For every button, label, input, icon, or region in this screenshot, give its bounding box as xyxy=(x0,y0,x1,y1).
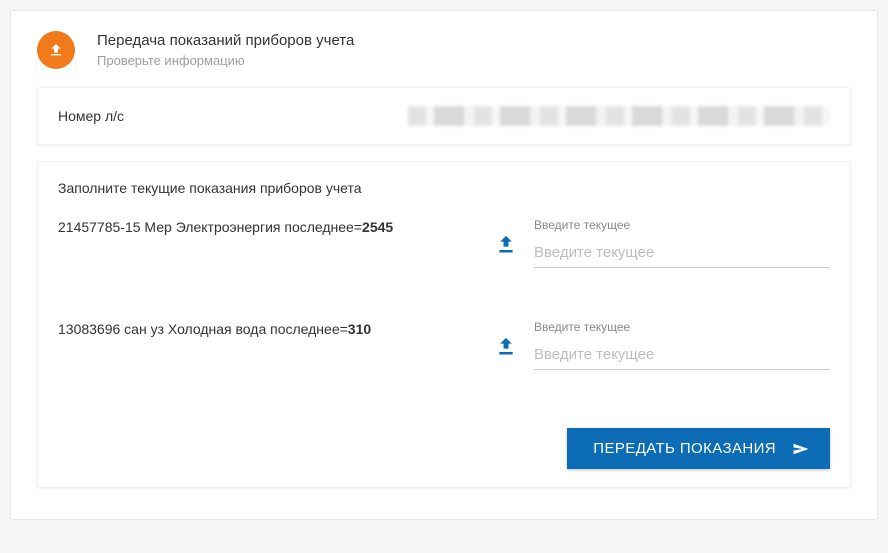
meter-row-cold-water: 13083696 сан уз Холодная вода последнее=… xyxy=(58,320,830,400)
button-row: ПЕРЕДАТЬ ПОКАЗАНИЯ xyxy=(58,422,830,469)
meter-reading-input-electricity[interactable] xyxy=(534,238,830,268)
meter-prefix: 13083696 сан уз Холодная вода последнее= xyxy=(58,321,348,337)
upload-icon xyxy=(478,218,534,268)
send-icon xyxy=(792,442,810,456)
header-row: Передача показаний приборов учета Провер… xyxy=(21,21,867,87)
submit-button-label: ПЕРЕДАТЬ ПОКАЗАНИЯ xyxy=(593,440,776,457)
meter-description: 13083696 сан уз Холодная вода последнее=… xyxy=(58,320,478,370)
meters-card: Заполните текущие показания приборов уче… xyxy=(37,161,851,488)
main-panel: Передача показаний приборов учета Провер… xyxy=(10,10,878,520)
meter-last-value: 2545 xyxy=(362,219,393,235)
account-card: Номер л/с xyxy=(37,87,851,145)
upload-icon xyxy=(37,31,75,69)
meter-input-group: Введите текущее xyxy=(534,320,830,370)
submit-readings-button[interactable]: ПЕРЕДАТЬ ПОКАЗАНИЯ xyxy=(567,428,830,469)
page-subtitle: Проверьте информацию xyxy=(97,53,354,68)
page-title: Передача показаний приборов учета xyxy=(97,32,354,49)
input-label: Введите текущее xyxy=(534,218,830,232)
input-label: Введите текущее xyxy=(534,320,830,334)
meter-last-value: 310 xyxy=(348,321,371,337)
header-texts: Передача показаний приборов учета Провер… xyxy=(97,31,354,68)
account-number-label: Номер л/с xyxy=(58,108,408,124)
account-number-value-redacted xyxy=(408,106,830,126)
meter-description: 21457785-15 Мер Электроэнергия последнее… xyxy=(58,218,478,268)
meter-prefix: 21457785-15 Мер Электроэнергия последнее… xyxy=(58,219,362,235)
account-row: Номер л/с xyxy=(58,106,830,126)
meter-input-group: Введите текущее xyxy=(534,218,830,268)
meter-reading-input-cold-water[interactable] xyxy=(534,340,830,370)
upload-icon xyxy=(478,320,534,370)
meters-card-title: Заполните текущие показания приборов уче… xyxy=(58,180,830,196)
meter-row-electricity: 21457785-15 Мер Электроэнергия последнее… xyxy=(58,218,830,298)
